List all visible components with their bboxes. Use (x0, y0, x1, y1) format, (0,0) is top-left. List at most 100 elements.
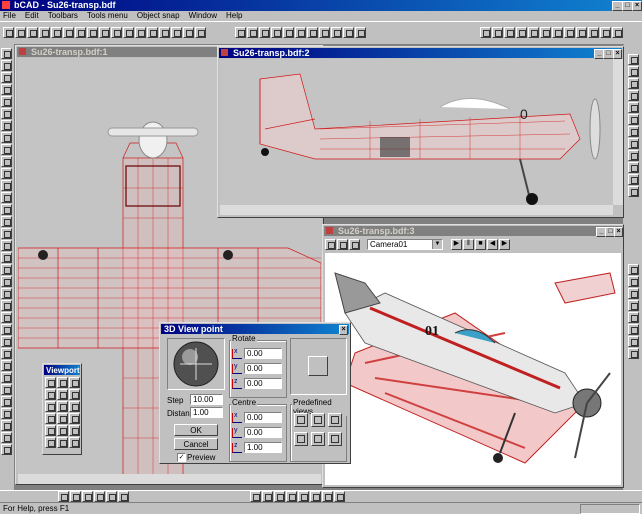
tool-button[interactable] (286, 491, 297, 502)
tool-button[interactable] (123, 27, 134, 38)
tool-button[interactable] (600, 27, 611, 38)
viewport-palette-titlebar[interactable]: Viewport (44, 365, 80, 375)
viewport-button[interactable] (57, 425, 68, 436)
tool-button[interactable] (552, 27, 563, 38)
menu-item[interactable]: Tools menu (87, 11, 128, 20)
play-icon[interactable]: ▶ (451, 239, 462, 250)
side-view-hscrollbar[interactable] (220, 205, 613, 215)
tool-button[interactable] (70, 491, 81, 502)
viewport-button[interactable] (45, 377, 56, 388)
tool-button[interactable] (1, 156, 12, 167)
tool-button[interactable] (1, 144, 12, 155)
tool-button[interactable] (528, 27, 539, 38)
chevron-down-icon[interactable]: ▼ (432, 240, 442, 249)
render-canvas[interactable]: 01 (325, 253, 621, 485)
menu-item[interactable]: Object snap (137, 11, 180, 20)
tool-button[interactable] (1, 84, 12, 95)
side-view-canvas[interactable]: 0 (220, 59, 613, 205)
viewport-button[interactable] (45, 401, 56, 412)
tool-button[interactable] (628, 90, 639, 101)
tool-button[interactable] (250, 491, 261, 502)
dialog-titlebar[interactable]: 3D View point × (161, 324, 349, 335)
tool-button[interactable] (58, 491, 69, 502)
tool-button[interactable] (262, 491, 273, 502)
rotate-input[interactable]: 0.00 (244, 348, 282, 359)
tool-button[interactable] (183, 27, 194, 38)
window-render-titlebar[interactable]: Su26-transp.bdf:3 _ □ × (324, 226, 623, 237)
tool-button[interactable] (39, 27, 50, 38)
tool-button[interactable] (1, 420, 12, 431)
tool-button[interactable] (15, 27, 26, 38)
dialog-close-button[interactable]: × (339, 325, 348, 335)
tool-button[interactable] (1, 264, 12, 275)
view-point-dialog[interactable]: 3D View point × Step 10.00 Distance 1.00… (159, 322, 351, 464)
viewport-button[interactable] (69, 389, 80, 400)
tool-button[interactable] (271, 27, 282, 38)
tool-button[interactable] (588, 27, 599, 38)
step-input[interactable]: 10.00 (190, 394, 223, 405)
centre-input[interactable]: 1.00 (244, 442, 282, 453)
side-view-vscrollbar[interactable] (613, 59, 623, 205)
viewport-button[interactable] (45, 413, 56, 424)
close-button[interactable]: × (632, 1, 642, 11)
tool-button[interactable] (319, 27, 330, 38)
tool-button[interactable] (1, 108, 12, 119)
tool-button[interactable] (75, 27, 86, 38)
centre-input[interactable]: 0.00 (244, 427, 282, 438)
viewport-button[interactable] (69, 401, 80, 412)
distance-input[interactable]: 1.00 (190, 407, 223, 418)
window-side-view[interactable]: Su26-transp.bdf:2 _ □ × 0 (217, 46, 624, 218)
tool-button[interactable] (111, 27, 122, 38)
render-camera-icon[interactable] (325, 239, 336, 250)
tool-button[interactable] (1, 216, 12, 227)
predefined-view-button[interactable] (328, 432, 342, 446)
tool-button[interactable] (1, 336, 12, 347)
tool-button[interactable] (1, 204, 12, 215)
viewport-button[interactable] (45, 389, 56, 400)
predefined-view-button[interactable] (311, 413, 325, 427)
tool-button[interactable] (1, 324, 12, 335)
tool-button[interactable] (1, 72, 12, 83)
viewport-button[interactable] (69, 413, 80, 424)
tool-button[interactable] (1, 180, 12, 191)
tool-button[interactable] (118, 491, 129, 502)
tool-button[interactable] (628, 78, 639, 89)
tool-button[interactable] (283, 27, 294, 38)
tool-button[interactable] (1, 408, 12, 419)
viewport-button[interactable] (45, 437, 56, 448)
tool-button[interactable] (298, 491, 309, 502)
viewport-palette[interactable]: Viewport (42, 363, 82, 455)
render-settings-icon[interactable] (349, 239, 360, 250)
pause-icon[interactable]: ‖ (463, 239, 474, 250)
preview-checkbox[interactable]: ✓ (177, 453, 186, 462)
tool-button[interactable] (1, 372, 12, 383)
viewport-button[interactable] (57, 413, 68, 424)
tool-button[interactable] (1, 96, 12, 107)
tool-button[interactable] (1, 192, 12, 203)
tool-button[interactable] (63, 27, 74, 38)
tool-button[interactable] (1, 300, 12, 311)
tool-button[interactable] (612, 27, 623, 38)
tool-button[interactable] (87, 27, 98, 38)
rotate-input[interactable]: 0.00 (244, 378, 282, 389)
tool-button[interactable] (310, 491, 321, 502)
tool-button[interactable] (628, 114, 639, 125)
tool-button[interactable] (628, 348, 639, 359)
stop-icon[interactable]: ■ (475, 239, 486, 250)
predefined-view-button[interactable] (294, 432, 308, 446)
tool-button[interactable] (516, 27, 527, 38)
tool-button[interactable] (1, 288, 12, 299)
tool-button[interactable] (307, 27, 318, 38)
tool-button[interactable] (1, 384, 12, 395)
tool-button[interactable] (1, 360, 12, 371)
render-close-button[interactable]: × (614, 227, 623, 237)
tool-button[interactable] (1, 312, 12, 323)
viewport-button[interactable] (69, 377, 80, 388)
tool-button[interactable] (1, 48, 12, 59)
tool-button[interactable] (1, 168, 12, 179)
tool-button[interactable] (1, 132, 12, 143)
tool-button[interactable] (480, 27, 491, 38)
tool-button[interactable] (564, 27, 575, 38)
menu-item[interactable]: Window (189, 11, 217, 20)
tool-button[interactable] (1, 240, 12, 251)
